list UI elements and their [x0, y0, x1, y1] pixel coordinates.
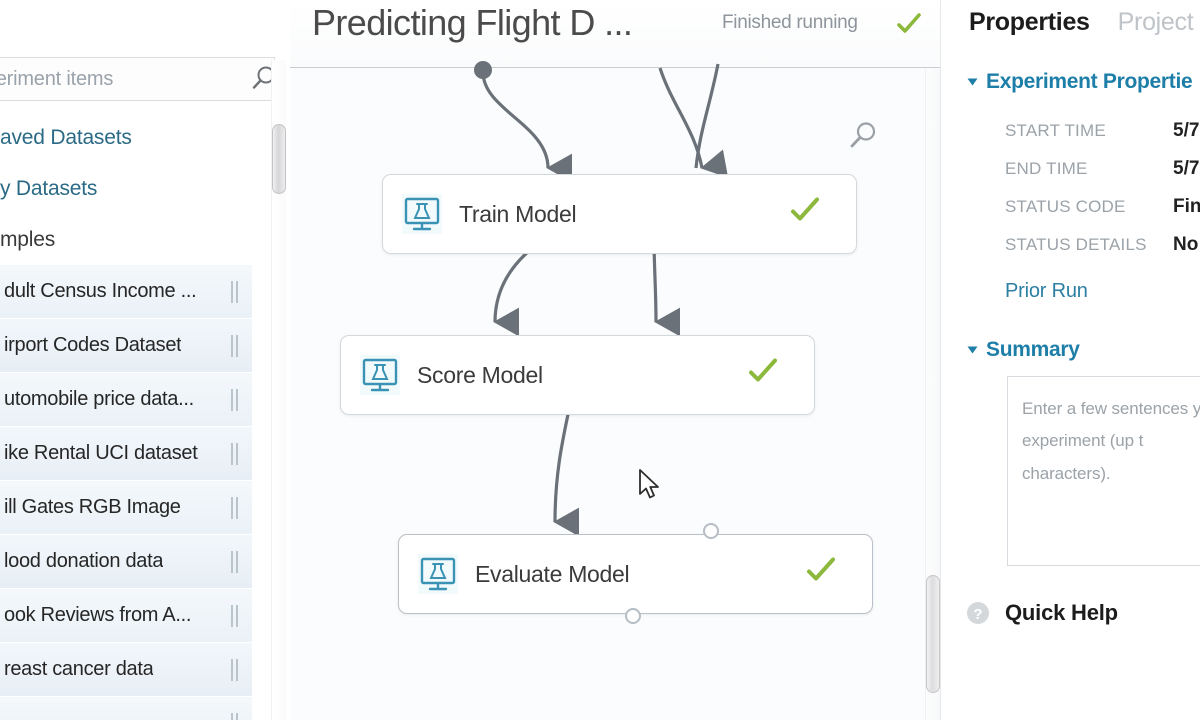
module-graph-canvas[interactable]: Train Model Score Model Evaluate Model: [290, 61, 940, 720]
property-row: STATUS DETAILS No: [941, 226, 1200, 264]
drag-handle-icon[interactable]: [231, 658, 238, 681]
property-value: 5/7: [1173, 120, 1200, 141]
property-key: END TIME: [1005, 159, 1088, 178]
list-item[interactable]: ill Gates RGB Image: [0, 481, 252, 535]
summary-placeholder: Enter a few sentences your experiment (u…: [1022, 399, 1200, 483]
property-value: 5/7: [1173, 158, 1200, 179]
properties-panel: Properties Project Experiment Propertie …: [940, 0, 1200, 720]
drag-handle-icon[interactable]: [231, 712, 238, 720]
list-item[interactable]: ook Reviews from A...: [0, 589, 252, 643]
section-title: Experiment Propertie: [986, 70, 1193, 93]
module-node-label: Train Model: [459, 200, 577, 227]
sidebar-scrollbar-thumb[interactable]: [272, 124, 286, 194]
module-node-evaluate-model[interactable]: Evaluate Model: [398, 534, 873, 614]
list-item-label: irport Codes Dataset: [4, 334, 182, 356]
chevron-down-icon: [967, 346, 978, 354]
list-item-label: dult Census Income ...: [4, 280, 197, 302]
sidebar-nav-group: aved Datasets y Datasets mples: [0, 122, 270, 275]
module-status-check-icon: [804, 555, 838, 594]
property-row: START TIME 5/7: [941, 112, 1200, 150]
input-port-evaluate-model[interactable]: [703, 523, 719, 539]
property-key: START TIME: [1005, 121, 1106, 140]
list-item[interactable]: dult Census Income ...: [0, 265, 252, 319]
drag-handle-icon[interactable]: [231, 280, 238, 303]
module-node-label: Evaluate Model: [475, 560, 630, 587]
list-item-label: ook Reviews from A...: [4, 604, 192, 626]
drag-handle-icon[interactable]: [231, 442, 238, 465]
list-item[interactable]: reast cancer data: [0, 643, 252, 697]
experiment-properties-rows: START TIME 5/7 END TIME 5/7 STATUS CODE …: [941, 112, 1200, 264]
experiment-header: Predicting Flight D ... Finished running: [290, 0, 940, 68]
module-node-train-model[interactable]: Train Model: [382, 174, 857, 254]
output-port-evaluate-model[interactable]: [625, 608, 641, 624]
summary-section-header[interactable]: Summary: [967, 338, 1080, 362]
canvas-search-button[interactable]: [845, 119, 879, 158]
property-value: Fin: [1173, 196, 1200, 217]
list-item[interactable]: ike Rental UCI dataset: [0, 427, 252, 481]
drag-handle-icon[interactable]: [231, 496, 238, 519]
list-item[interactable]: utomobile price data...: [0, 373, 252, 427]
list-item[interactable]: lood donation data: [0, 535, 252, 589]
svg-text:?: ?: [973, 606, 982, 623]
drag-handle-icon[interactable]: [231, 550, 238, 573]
drag-handle-icon[interactable]: [231, 334, 238, 357]
run-status-check-icon: [894, 10, 924, 45]
prior-run-link[interactable]: Prior Run: [1005, 280, 1088, 303]
module-icon: [402, 194, 442, 234]
search-box[interactable]: [0, 57, 275, 101]
property-value: No: [1173, 234, 1199, 255]
search-input[interactable]: [0, 66, 242, 92]
quick-help-label: Quick Help: [1005, 600, 1118, 625]
experiment-items-sidebar: aved Datasets y Datasets mples dult Cens…: [0, 0, 290, 720]
drag-handle-icon[interactable]: [231, 388, 238, 411]
module-icon: [360, 355, 400, 395]
list-item-label: reast cancer data: [4, 658, 154, 680]
azure-ml-studio-window: aved Datasets y Datasets mples dult Cens…: [0, 0, 1200, 720]
module-node-label: Score Model: [417, 361, 543, 388]
property-key: STATUS CODE: [1005, 197, 1126, 216]
chevron-down-icon: [967, 78, 978, 86]
list-item-label: lood donation data: [4, 550, 164, 572]
drag-handle-icon[interactable]: [231, 604, 238, 627]
sidebar-item-samples[interactable]: mples: [0, 224, 270, 256]
property-row: END TIME 5/7: [941, 150, 1200, 188]
list-item-label: ike Rental UCI dataset: [4, 442, 198, 464]
list-item-label: utomobile price data...: [4, 388, 194, 410]
list-item-label: ill Gates RGB Image: [4, 496, 181, 518]
module-icon: [418, 554, 458, 594]
canvas-scrollbar-thumb[interactable]: [926, 575, 940, 693]
sidebar-item-saved-datasets[interactable]: aved Datasets: [0, 122, 270, 154]
mouse-cursor: [639, 469, 659, 499]
page-title[interactable]: Predicting Flight D ...: [312, 2, 633, 44]
tab-properties[interactable]: Properties: [969, 8, 1090, 37]
module-status-check-icon: [746, 356, 780, 395]
section-title: Summary: [986, 338, 1080, 361]
experiment-canvas-area: Predicting Flight D ... Finished running: [290, 0, 940, 720]
sidebar-item-my-datasets[interactable]: y Datasets: [0, 173, 270, 205]
experiment-properties-section-header[interactable]: Experiment Propertie: [967, 70, 1193, 94]
summary-textarea[interactable]: Enter a few sentences your experiment (u…: [1007, 376, 1200, 566]
dataset-list: dult Census Income ... irport Codes Data…: [0, 265, 252, 720]
module-node-score-model[interactable]: Score Model: [340, 335, 815, 415]
run-status-text: Finished running: [722, 12, 858, 33]
module-status-check-icon: [788, 195, 822, 234]
property-row: STATUS CODE Fin: [941, 188, 1200, 226]
search-icon: [850, 122, 876, 148]
quick-help-button[interactable]: ? Quick Help: [965, 600, 1118, 626]
property-key: STATUS DETAILS: [1005, 235, 1147, 254]
list-item[interactable]: [0, 697, 252, 720]
tab-project[interactable]: Project: [1118, 8, 1194, 37]
help-icon: ?: [967, 602, 989, 624]
properties-panel-tabs: Properties Project: [941, 8, 1194, 37]
list-item[interactable]: irport Codes Dataset: [0, 319, 252, 373]
